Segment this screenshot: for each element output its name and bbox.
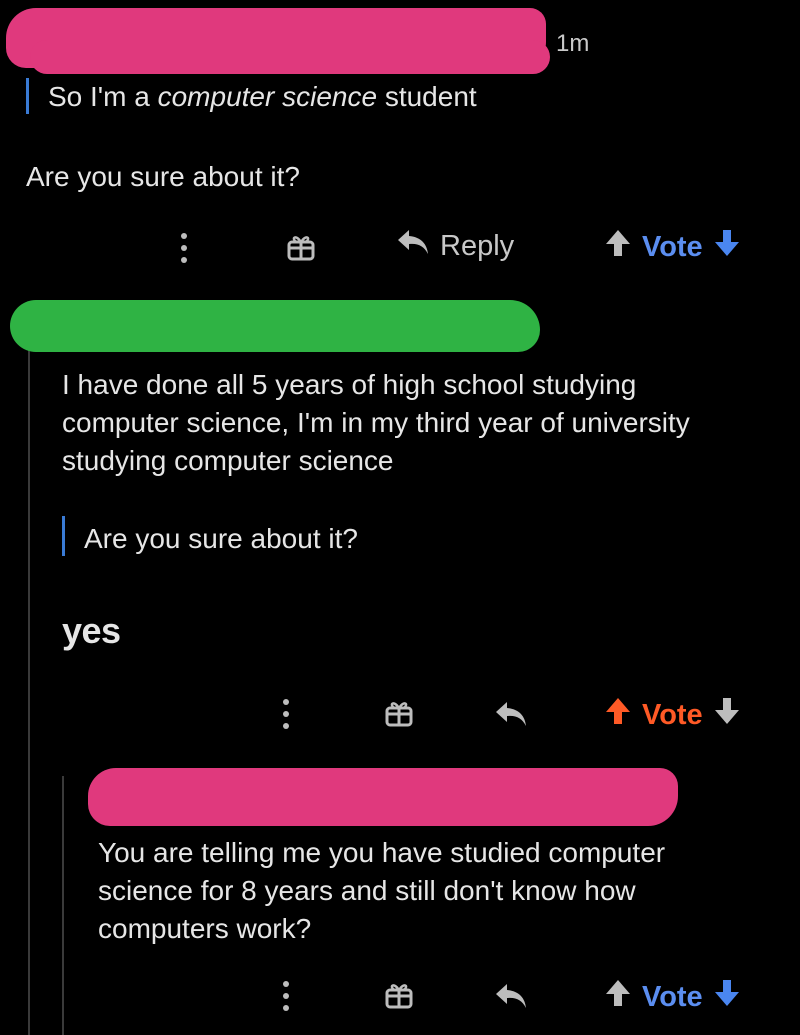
redacted-username	[88, 768, 678, 826]
reply-icon[interactable]	[494, 700, 528, 728]
upvote-icon[interactable]	[604, 228, 632, 266]
quoted-text: So I'm a computer science student	[48, 78, 477, 116]
thread-line	[62, 776, 64, 1035]
thread-line	[28, 320, 30, 1035]
quote-bar	[26, 78, 29, 114]
upvote-icon[interactable]	[604, 978, 632, 1016]
reply-button[interactable]: Reply	[396, 228, 514, 264]
quote-bar	[62, 516, 65, 556]
vote-controls: Vote	[604, 228, 741, 266]
downvote-icon[interactable]	[713, 228, 741, 266]
quote-suffix: student	[377, 81, 477, 112]
reply-icon[interactable]	[494, 982, 528, 1010]
redacted-username-stroke	[30, 40, 550, 74]
comment-body-line-1: I have done all 5 years of high school s…	[62, 369, 637, 400]
award-icon[interactable]	[384, 980, 414, 1010]
reply-label: Reply	[440, 229, 515, 262]
more-icon[interactable]	[180, 232, 188, 264]
redacted-username	[10, 300, 540, 352]
award-icon[interactable]	[384, 698, 414, 728]
vote-label: Vote	[642, 698, 703, 731]
quoted-text: Are you sure about it?	[84, 523, 358, 554]
more-icon[interactable]	[282, 980, 290, 1012]
comment-body-line-1: You are telling me you have studied comp…	[98, 837, 666, 868]
comment-body-line-3: studying computer science	[62, 445, 394, 476]
downvote-icon[interactable]	[713, 696, 741, 734]
downvote-icon[interactable]	[713, 978, 741, 1016]
comment-body-line-3: computers work?	[98, 913, 312, 944]
vote-controls: Vote	[604, 696, 741, 734]
more-icon[interactable]	[282, 698, 290, 730]
vote-controls: Vote	[604, 978, 741, 1016]
comment-body-line-2: computer science, I'm in my third year o…	[62, 407, 690, 438]
quote-prefix: So I'm a	[48, 81, 158, 112]
vote-label: Vote	[642, 230, 703, 263]
comment-body: Are you sure about it?	[26, 161, 300, 192]
reply-icon	[396, 228, 430, 264]
upvote-icon[interactable]	[604, 696, 632, 734]
vote-label: Vote	[642, 980, 703, 1013]
quote-italic: computer science	[157, 81, 378, 112]
award-icon[interactable]	[286, 232, 316, 262]
answer-text: yes	[62, 610, 121, 651]
comment-body-line-2: science for 8 years and still don't know…	[98, 875, 636, 906]
timestamp: 1m	[556, 30, 590, 57]
